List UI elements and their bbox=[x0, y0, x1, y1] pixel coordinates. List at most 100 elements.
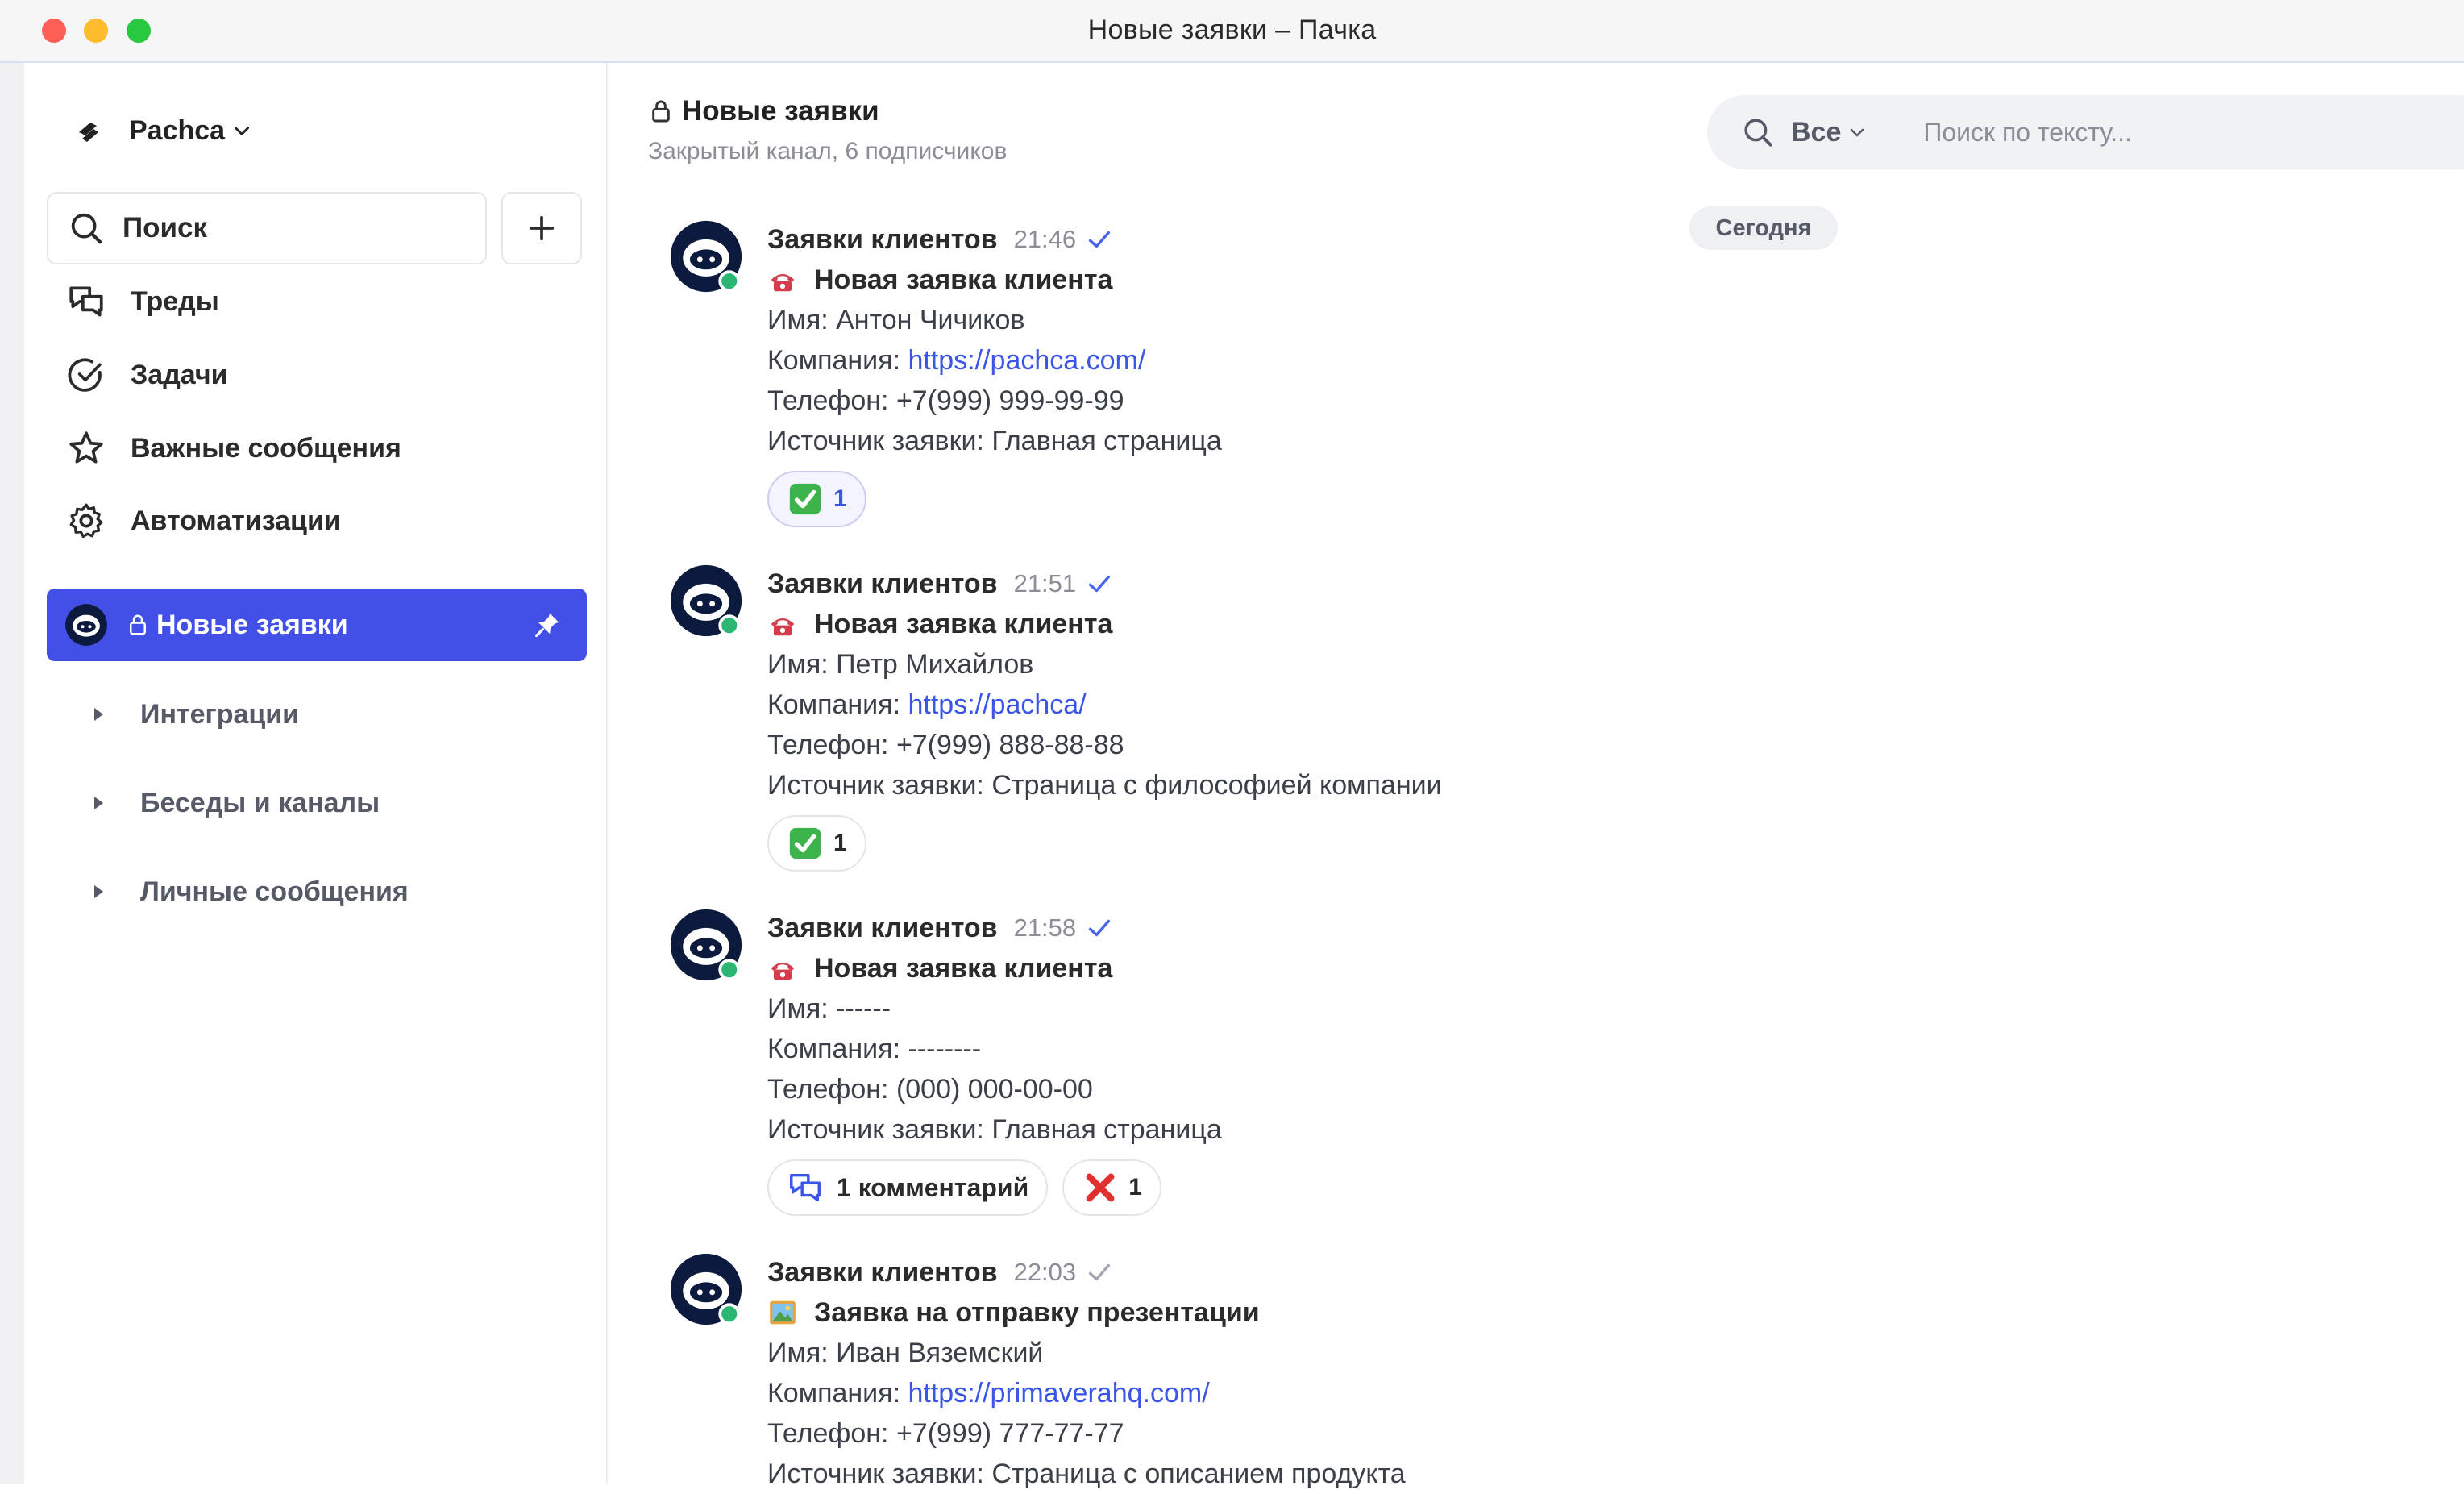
thread-comments-button[interactable]: 1 комментарий bbox=[767, 1159, 1049, 1216]
bot-avatar-icon[interactable] bbox=[669, 564, 743, 638]
check-mark-emoji-icon bbox=[789, 827, 821, 859]
workspace-name: Pachca bbox=[129, 114, 226, 146]
reaction-count: 1 bbox=[1128, 1174, 1142, 1201]
message-line-phone: Телефон: +7(999) 777-77-77 bbox=[767, 1418, 1124, 1449]
company-link[interactable]: https://pachca/ bbox=[908, 689, 1086, 720]
sidebar-channel-new-requests[interactable]: Новые заявки bbox=[47, 589, 587, 661]
company-link[interactable]: https://primaverahq.com/ bbox=[908, 1378, 1209, 1409]
message-title: Заявка на отправку презентации bbox=[814, 1297, 1260, 1328]
search-filter-dropdown[interactable]: Все bbox=[1791, 117, 1841, 148]
message-time: 21:58 bbox=[1013, 913, 1077, 942]
message-author[interactable]: Заявки клиентов bbox=[767, 913, 998, 944]
sidebar-item-label: Задачи bbox=[131, 359, 228, 390]
threads-icon bbox=[790, 1173, 821, 1202]
message-line-company: Компания: https://pachca.com/ bbox=[767, 340, 1815, 381]
cross-mark-emoji-icon bbox=[1086, 1173, 1115, 1202]
bot-avatar-icon[interactable] bbox=[669, 908, 743, 982]
message-line-phone: Телефон: (000) 000-00-00 bbox=[767, 1074, 1093, 1105]
check-circle-icon bbox=[68, 358, 102, 392]
section-label: Беседы и каналы bbox=[140, 787, 380, 818]
channel-title-text: Новые заявки bbox=[682, 95, 879, 127]
window-title: Новые заявки – Пачка bbox=[1087, 15, 1377, 45]
message-author[interactable]: Заявки клиентов bbox=[767, 224, 998, 256]
message-author[interactable]: Заявки клиентов bbox=[767, 1257, 998, 1288]
reaction-cross[interactable]: 1 bbox=[1062, 1159, 1161, 1216]
lock-icon bbox=[130, 614, 146, 635]
threads-icon bbox=[69, 286, 103, 317]
message-line-phone: Телефон: +7(999) 999-99-99 bbox=[767, 385, 1124, 416]
message-line-name: Имя: Иван Вяземский bbox=[767, 1338, 1044, 1368]
channel-view: Новые заявки Закрытый канал, 6 подписчик… bbox=[608, 63, 2464, 1489]
bot-avatar-icon[interactable] bbox=[669, 1252, 743, 1326]
channel-label: Новые заявки bbox=[156, 609, 348, 640]
gear-icon bbox=[69, 503, 103, 539]
sidebar-item-threads[interactable]: Треды bbox=[66, 277, 219, 326]
message-title: Новая заявка клиента bbox=[814, 953, 1113, 984]
company-label: Компания: bbox=[767, 345, 908, 376]
message-line-source: Источник заявки: Страница с философией к… bbox=[767, 770, 1442, 801]
window-edge bbox=[0, 63, 24, 1484]
sidebar-search[interactable]: Поиск bbox=[47, 192, 487, 264]
message-line-source: Источник заявки: Страница с описанием пр… bbox=[767, 1459, 1406, 1489]
sidebar-item-label: Важные сообщения bbox=[131, 432, 401, 464]
section-label: Интеграции bbox=[140, 698, 300, 730]
sidebar-item-tasks[interactable]: Задачи bbox=[66, 351, 228, 399]
message-line-company: Компания: https://pachca/ bbox=[767, 685, 1815, 725]
telephone-emoji-icon bbox=[771, 273, 795, 292]
section-chats-channels[interactable]: Беседы и каналы bbox=[89, 779, 380, 827]
chevron-down-icon bbox=[1851, 128, 1864, 137]
sidebar-item-important[interactable]: Важные сообщения bbox=[66, 424, 401, 472]
message-line-company: Компания: -------- bbox=[767, 1034, 982, 1064]
reaction-check[interactable]: 1 bbox=[767, 815, 866, 872]
company-label: Компания: bbox=[767, 1378, 908, 1409]
sidebar: Pachca Поиск Треды Задачи Важные сообщен… bbox=[24, 63, 608, 1484]
caret-right-icon bbox=[94, 708, 103, 721]
bot-avatar-icon[interactable] bbox=[669, 219, 743, 293]
section-label: Личные сообщения bbox=[140, 876, 409, 907]
message-line-phone: Телефон: +7(999) 888-88-88 bbox=[767, 730, 1124, 760]
section-integrations[interactable]: Интеграции bbox=[89, 690, 299, 739]
reaction-count: 1 bbox=[833, 830, 847, 856]
section-direct-messages[interactable]: Личные сообщения bbox=[89, 868, 409, 916]
comments-count-label: 1 комментарий bbox=[837, 1172, 1029, 1202]
sidebar-item-label: Автоматизации bbox=[131, 505, 341, 536]
message-line-source: Источник заявки: Главная страница bbox=[767, 1114, 1222, 1145]
check-mark-emoji-icon bbox=[789, 483, 821, 515]
message-line-company: Компания: https://primaverahq.com/ bbox=[767, 1373, 1815, 1413]
read-check-icon bbox=[1089, 575, 1111, 593]
new-chat-button[interactable] bbox=[501, 192, 582, 264]
telephone-emoji-icon bbox=[771, 962, 795, 980]
message-time: 21:51 bbox=[1013, 569, 1077, 597]
company-label: Компания: bbox=[767, 689, 908, 720]
company-link[interactable]: https://pachca.com/ bbox=[908, 345, 1145, 376]
pin-icon[interactable] bbox=[532, 610, 563, 640]
message-line-name: Имя: Петр Михайлов bbox=[767, 649, 1034, 680]
reaction-check[interactable]: 1 bbox=[767, 471, 866, 527]
chevron-down-icon bbox=[235, 127, 250, 135]
message-line-name: Имя: ------ bbox=[767, 993, 891, 1024]
picture-emoji-icon bbox=[770, 1300, 796, 1325]
sidebar-search-label: Поиск bbox=[123, 212, 208, 243]
read-check-icon bbox=[1089, 919, 1111, 937]
caret-right-icon bbox=[94, 797, 103, 809]
title-bar: Новые заявки – Пачка bbox=[0, 0, 2464, 63]
message-author[interactable]: Заявки клиентов bbox=[767, 568, 998, 600]
sent-check-icon bbox=[1089, 1263, 1111, 1281]
message-time: 22:03 bbox=[1013, 1258, 1077, 1286]
workspace-logo-icon bbox=[79, 123, 98, 142]
message-title: Новая заявка клиента bbox=[814, 264, 1113, 295]
sidebar-item-label: Треды bbox=[131, 285, 219, 317]
search-input[interactable]: Поиск по тексту... bbox=[1923, 118, 2132, 148]
message-time: 21:46 bbox=[1013, 225, 1077, 253]
message-search[interactable]: Все Поиск по тексту... bbox=[1707, 95, 2464, 169]
message-line-source: Источник заявки: Главная страница bbox=[767, 426, 1222, 456]
star-icon bbox=[69, 431, 103, 464]
caret-right-icon bbox=[94, 885, 103, 898]
sidebar-item-automations[interactable]: Автоматизации bbox=[66, 497, 341, 545]
lock-icon bbox=[652, 100, 670, 123]
search-icon bbox=[1744, 119, 1772, 147]
bot-avatar-icon bbox=[65, 604, 107, 646]
workspace-switcher[interactable]: Pachca bbox=[73, 111, 252, 150]
read-check-icon bbox=[1089, 231, 1111, 248]
plus-icon bbox=[529, 215, 555, 241]
